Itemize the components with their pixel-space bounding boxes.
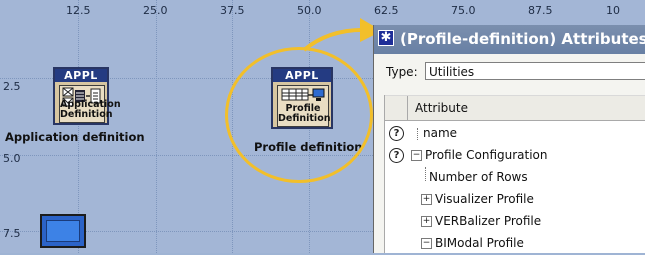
- type-row: Type: Utilities: [374, 60, 645, 82]
- table-row[interactable]: ? − Profile Configuration: [385, 145, 645, 167]
- collapse-icon[interactable]: −: [411, 150, 422, 161]
- header-gutter: [385, 96, 408, 120]
- type-field[interactable]: Utilities: [425, 62, 645, 80]
- table-row[interactable]: Number of Rows: [385, 167, 645, 189]
- expand-icon[interactable]: +: [421, 216, 432, 227]
- attributes-table: Attribute ? name ? − Profile Configurati…: [384, 95, 645, 253]
- attribute-name: Profile Configuration: [425, 148, 548, 162]
- collapse-icon[interactable]: −: [421, 238, 432, 249]
- table-row[interactable]: − BIModal Profile: [385, 233, 645, 255]
- attribute-name: Number of Rows: [429, 170, 528, 184]
- type-label: Type:: [386, 65, 418, 79]
- table-row[interactable]: + Visualizer Profile: [385, 189, 645, 211]
- table-header: Attribute: [385, 95, 645, 121]
- attribute-name: Visualizer Profile: [435, 192, 534, 206]
- attribute-column-header[interactable]: Attribute: [415, 101, 468, 115]
- attribute-name: BIModal Profile: [435, 236, 524, 250]
- table-row[interactable]: + VERBalizer Profile: [385, 211, 645, 233]
- window-title: (Profile-definition) Attributes: [400, 30, 645, 48]
- help-icon[interactable]: ?: [389, 148, 404, 163]
- help-icon[interactable]: ?: [389, 126, 404, 141]
- window-titlebar[interactable]: ✱ (Profile-definition) Attributes: [374, 25, 645, 54]
- attributes-icon: ✱: [378, 30, 394, 46]
- table-row[interactable]: ? name: [385, 123, 645, 145]
- attributes-window[interactable]: ✱ (Profile-definition) Attributes Type: …: [373, 25, 645, 253]
- expand-icon[interactable]: +: [421, 194, 432, 205]
- attribute-name: name: [423, 126, 458, 140]
- attribute-name: VERBalizer Profile: [435, 214, 542, 228]
